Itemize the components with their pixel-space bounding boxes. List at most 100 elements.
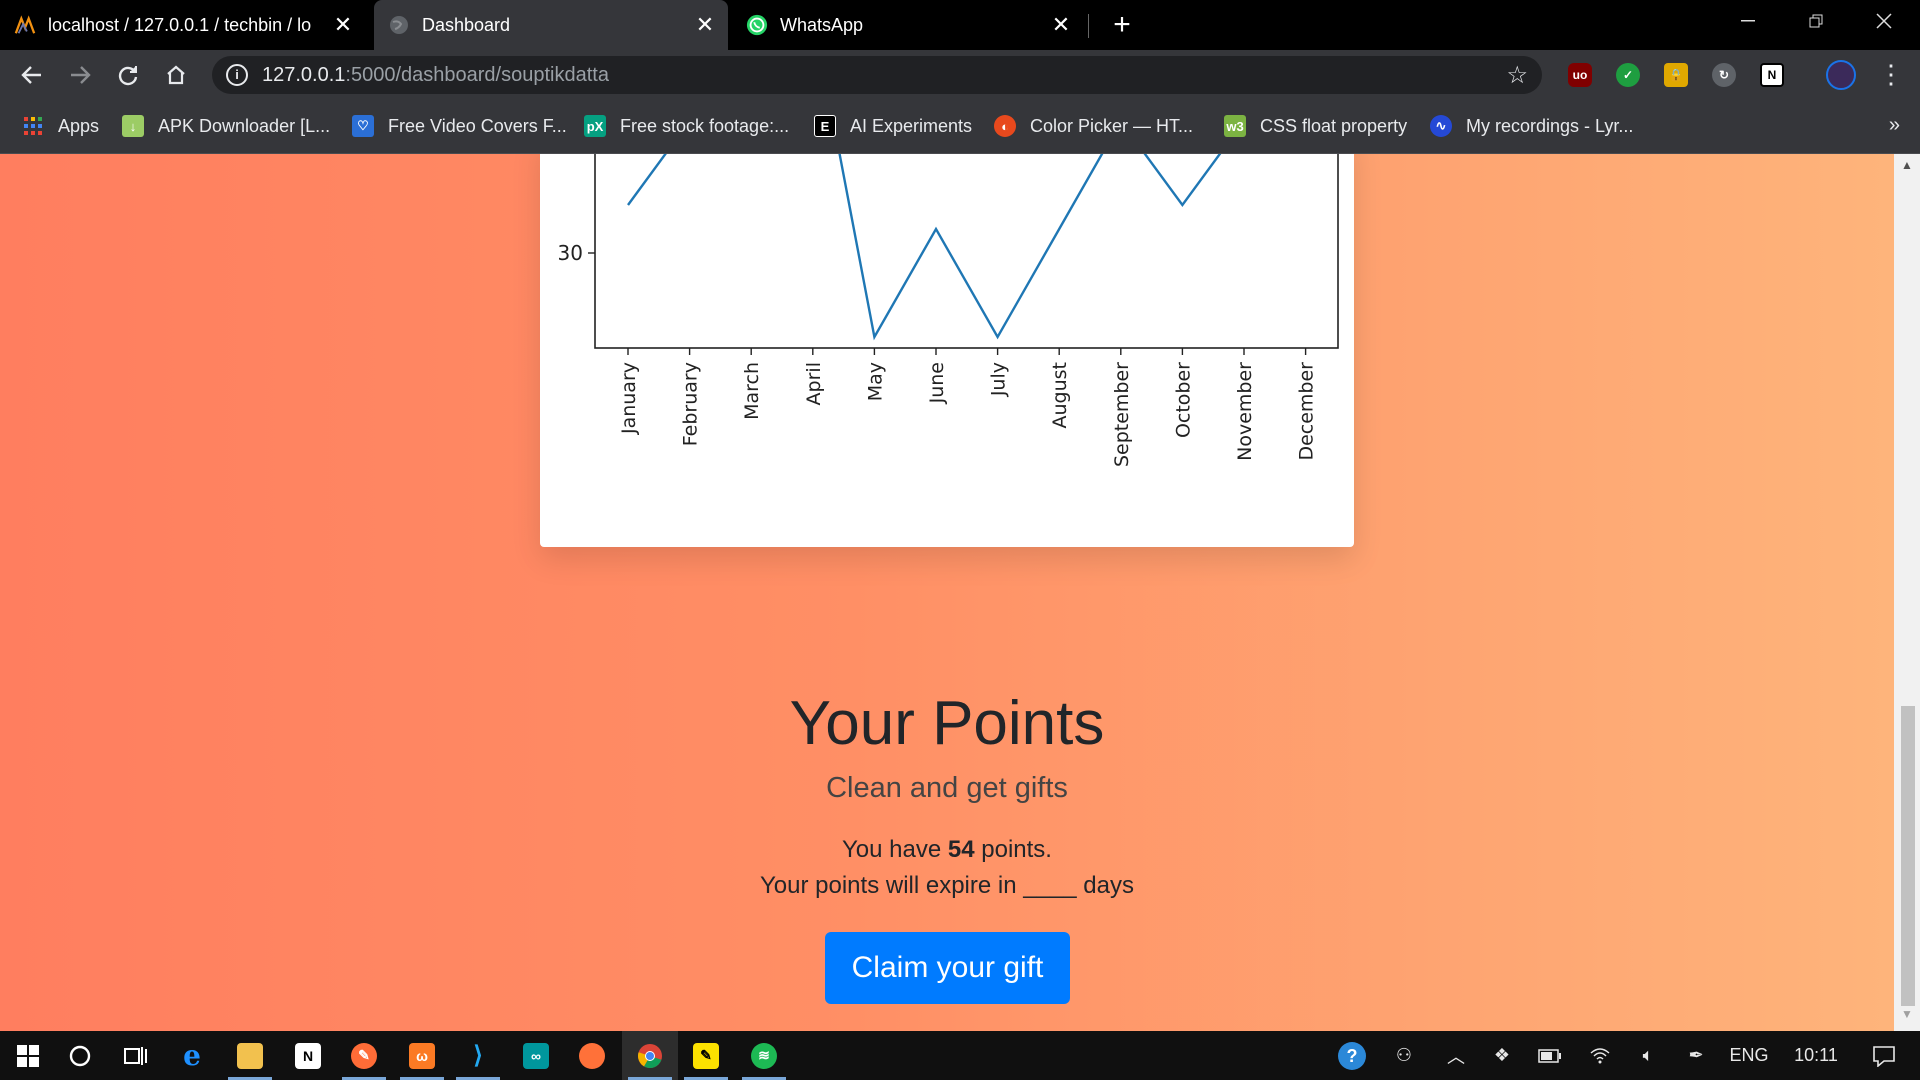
home-icon[interactable]: [160, 59, 192, 91]
bookmark-apk-downloader[interactable]: ↓ APK Downloader [L...: [122, 112, 330, 140]
bookmark-label: AI Experiments: [850, 115, 973, 136]
x-tick-label: April: [803, 362, 825, 405]
close-window-icon[interactable]: [1850, 0, 1918, 42]
plot-frame: [594, 154, 1339, 349]
back-icon[interactable]: [16, 59, 48, 91]
x-tick-label: January: [618, 362, 640, 435]
x-tick-label: June: [926, 362, 948, 404]
arduino-icon[interactable]: ∞: [508, 1031, 564, 1080]
tab-dashboard[interactable]: Dashboard ✕: [374, 0, 728, 50]
minimize-icon[interactable]: [1714, 0, 1782, 42]
sticky-notes-icon[interactable]: ✎: [678, 1031, 734, 1080]
volume-icon[interactable]: 🔈︎: [1628, 1031, 1668, 1080]
y-tick-label: 30: [558, 241, 583, 265]
notion-icon[interactable]: N: [1760, 63, 1784, 87]
site-info-icon[interactable]: i: [226, 64, 248, 86]
pen-icon[interactable]: ✒︎: [1676, 1031, 1716, 1080]
firefox-icon[interactable]: [564, 1031, 620, 1080]
bookmark-lyrebird[interactable]: ∿ My recordings - Lyr...: [1430, 112, 1633, 140]
avatar[interactable]: [1826, 60, 1856, 90]
bookmark-star-icon[interactable]: ☆: [1506, 61, 1528, 90]
claim-gift-button[interactable]: Claim your gift: [825, 932, 1070, 1004]
refresh-extension-icon[interactable]: ↻: [1712, 63, 1736, 87]
windows-start-icon[interactable]: [0, 1031, 56, 1080]
bookmark-label: CSS float property: [1260, 115, 1408, 136]
url-text[interactable]: 127.0.0.1:5000/dashboard/souptikdatta: [262, 64, 609, 87]
xampp-icon[interactable]: ω: [394, 1031, 450, 1080]
browser-toolbar: i 127.0.0.1:5000/dashboard/souptikdatta …: [0, 50, 1920, 100]
file-explorer-icon[interactable]: [222, 1031, 278, 1080]
scrollbar-thumb[interactable]: [1901, 706, 1915, 1006]
color-picker-icon: ◐: [994, 115, 1016, 137]
points-title: Your Points: [789, 689, 1105, 758]
tab-phpmyadmin[interactable]: localhost / 127.0.0.1 / techbin / lo ✕: [0, 0, 366, 50]
bookmark-apps[interactable]: Apps: [22, 112, 99, 140]
lock-extension-icon[interactable]: 🔒: [1664, 63, 1688, 87]
notion-taskbar-icon[interactable]: N: [280, 1031, 336, 1080]
whatsapp-icon: [746, 14, 768, 36]
new-tab-button[interactable]: +: [1108, 10, 1136, 40]
bookmark-label: Free Video Covers F...: [388, 115, 567, 136]
spotify-icon[interactable]: ≋: [736, 1031, 792, 1080]
page-scrollbar[interactable]: ▲ ▼: [1894, 154, 1920, 1031]
bookmark-ai-experiments[interactable]: E AI Experiments: [814, 112, 972, 140]
bookmark-pexels[interactable]: pX Free stock footage:...: [584, 112, 789, 140]
tab-whatsapp[interactable]: WhatsApp ✕: [732, 0, 1084, 50]
bookmark-label: Free stock footage:...: [620, 115, 790, 136]
points-expiry: Your points will expire in ____ days: [759, 872, 1134, 899]
scroll-down-arrow-icon[interactable]: ▼: [1894, 1007, 1920, 1027]
x-tick-label: October: [1172, 362, 1194, 438]
close-tab-icon[interactable]: ✕: [694, 12, 716, 37]
tab-label: WhatsApp: [780, 14, 864, 35]
bookmarks-overflow-icon[interactable]: »: [1889, 114, 1900, 137]
forward-icon[interactable]: [64, 59, 96, 91]
ublock-origin-icon[interactable]: uo: [1568, 63, 1592, 87]
close-tab-icon[interactable]: ✕: [332, 12, 354, 37]
dropbox-icon[interactable]: ❖: [1484, 1031, 1520, 1080]
scroll-up-arrow-icon[interactable]: ▲: [1894, 158, 1920, 178]
w3schools-icon: w3: [1224, 115, 1246, 137]
x-tick-label: May: [864, 362, 886, 401]
close-tab-icon[interactable]: ✕: [1050, 12, 1072, 37]
points-summary: You have 54 points.: [842, 836, 1052, 863]
show-hidden-icons-icon[interactable]: ︿: [1438, 1031, 1474, 1080]
chrome-icon[interactable]: [622, 1031, 678, 1080]
tab-separator: [1088, 14, 1089, 38]
bookmark-color-picker[interactable]: ◐ Color Picker — HT...: [994, 112, 1193, 140]
experiments-icon: E: [814, 115, 836, 137]
x-tick-label: July: [988, 362, 1010, 397]
globe-icon: [388, 14, 410, 36]
notifications-icon[interactable]: [1862, 1031, 1906, 1080]
bookmark-free-video-covers[interactable]: ♡ Free Video Covers F...: [352, 112, 567, 140]
clock[interactable]: 10:11: [1780, 1031, 1852, 1080]
wifi-icon[interactable]: [1580, 1031, 1620, 1080]
windows-taskbar: e N ✎ ω ⟩ ∞ ✎ ≋ ? ⚇ ︿ ❖ 🔈︎ ✒︎ ENG 10:11: [0, 1031, 1920, 1080]
cortana-search-icon[interactable]: [52, 1031, 108, 1080]
shield-check-icon[interactable]: ✓: [1616, 63, 1640, 87]
points-subtitle: Clean and get gifts: [826, 772, 1068, 804]
lyrebird-icon: ∿: [1430, 115, 1452, 137]
x-tick-label: February: [680, 362, 702, 446]
phpmyadmin-icon: [14, 14, 36, 36]
points-value: 54: [947, 836, 975, 863]
battery-icon[interactable]: [1530, 1031, 1570, 1080]
people-icon[interactable]: ⚇: [1384, 1031, 1424, 1080]
language-indicator[interactable]: ENG: [1724, 1031, 1774, 1080]
bookmarks-bar: Apps ↓ APK Downloader [L... ♡ Free Video…: [0, 100, 1920, 154]
heart-shield-icon: ♡: [352, 115, 374, 137]
postman-icon[interactable]: ✎: [336, 1031, 392, 1080]
task-view-icon[interactable]: [108, 1031, 164, 1080]
address-bar[interactable]: i 127.0.0.1:5000/dashboard/souptikdatta …: [212, 56, 1542, 94]
bookmark-css-float[interactable]: w3 CSS float property: [1224, 112, 1407, 140]
help-icon[interactable]: ?: [1330, 1031, 1374, 1080]
more-menu-icon[interactable]: ⋮: [1878, 60, 1904, 88]
vscode-icon[interactable]: ⟩: [450, 1031, 506, 1080]
bookmark-label: APK Downloader [L...: [158, 115, 331, 136]
apps-grid-icon: [22, 115, 44, 137]
restore-icon[interactable]: [1782, 0, 1850, 42]
tab-label: Dashboard: [422, 14, 511, 35]
edge-icon[interactable]: e: [164, 1031, 220, 1080]
reload-icon[interactable]: [112, 59, 144, 91]
chart-card: 30 January February March April May June July Au…: [540, 154, 1354, 547]
monthly-line-chart: 30 January February March April May June July Au…: [558, 154, 1339, 467]
